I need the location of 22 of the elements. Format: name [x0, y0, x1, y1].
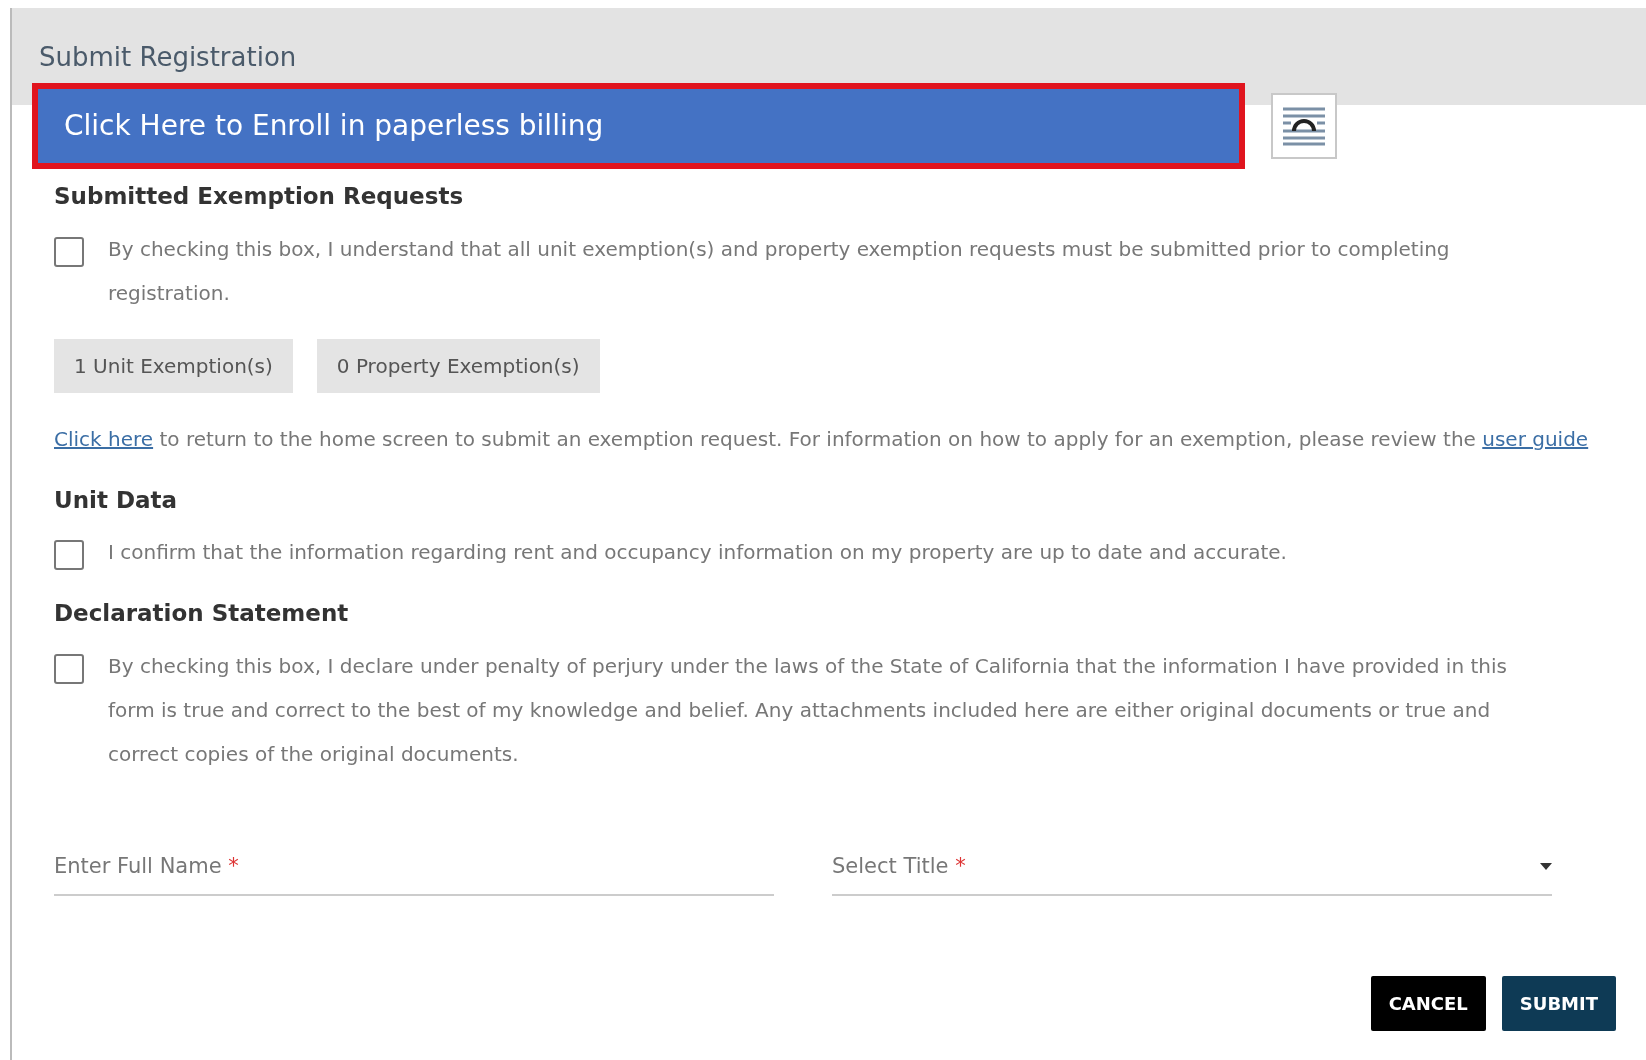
user-guide-link[interactable]: user guide	[1482, 426, 1589, 451]
checkbox[interactable]	[54, 236, 84, 267]
collapse-icon[interactable]	[1271, 93, 1337, 159]
checkbox-label: By checking this box, I declare under penalty of perjury under the laws of the State of California that the information I have provided in this form is true and correct to the best of my knowledge and belief. Any attachments included here are either original documents or true and correct copies of the original documents.	[108, 652, 1508, 768]
submit-button[interactable]: SUBMIT	[1501, 975, 1616, 1031]
caret-icon	[1540, 862, 1552, 871]
title-select[interactable]: Select Title *	[832, 839, 1552, 896]
click-here-link[interactable]: Click here	[54, 426, 154, 451]
section-heading: Declaration Statement	[54, 600, 350, 628]
enroll-banner-button[interactable]: Click Here to Enroll in paperless billing	[32, 83, 1245, 169]
checkbox[interactable]	[54, 540, 84, 571]
checkbox-label: By checking this box, I understand that all unit exemption(s) and property exemption requests must be submitted prior to completing registration.	[108, 235, 1451, 307]
cancel-button[interactable]: CANCEL	[1370, 975, 1486, 1031]
section-heading: Submitted Exemption Requests	[54, 183, 465, 211]
section-heading: Unit Data	[54, 486, 179, 515]
checkbox[interactable]	[54, 653, 84, 684]
exemption-count-button[interactable]: 0 Property Exemption(s)	[316, 338, 600, 393]
exemption-count-button[interactable]: 1 Unit Exemption(s)	[54, 338, 293, 393]
dialog-title: Submit Registration	[39, 42, 297, 72]
checkbox-label: I confirm that the information regarding rent and occupancy information on my property are up to date and accurate.	[108, 539, 1287, 567]
full-name-field[interactable]: Enter Full Name *	[54, 839, 774, 896]
info-paragraph: Click here to return to the home screen to submit an exemption request. For information on how to apply for an exemption, please review the user guide	[54, 425, 1590, 453]
